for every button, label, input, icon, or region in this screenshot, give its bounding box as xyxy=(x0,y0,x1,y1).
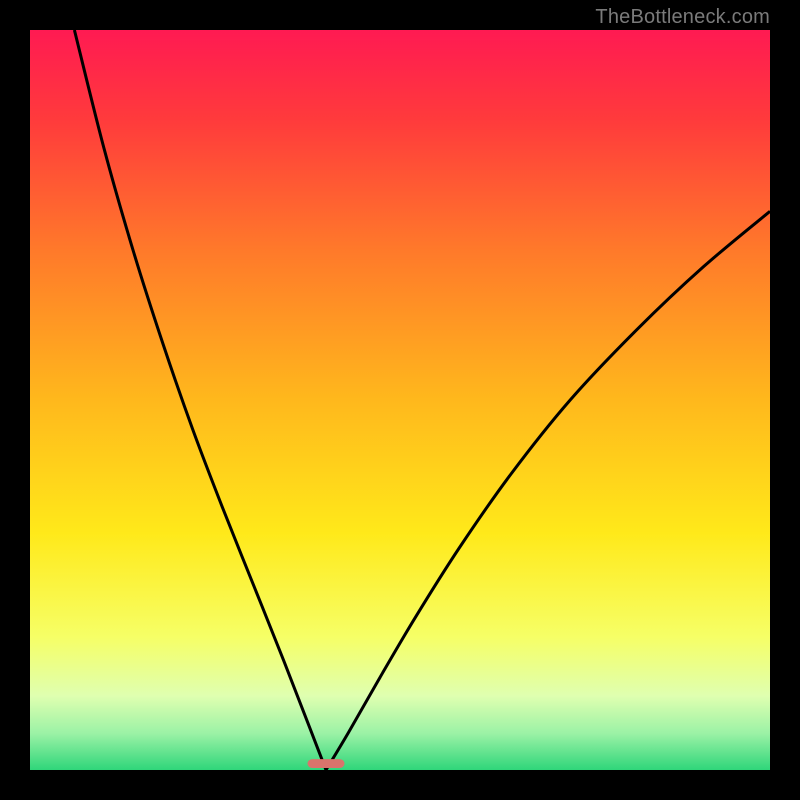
watermark-text: TheBottleneck.com xyxy=(595,6,770,29)
gradient-background xyxy=(30,30,770,770)
chart-frame xyxy=(30,30,770,770)
bottleneck-chart xyxy=(30,30,770,770)
minimum-marker xyxy=(308,759,345,768)
